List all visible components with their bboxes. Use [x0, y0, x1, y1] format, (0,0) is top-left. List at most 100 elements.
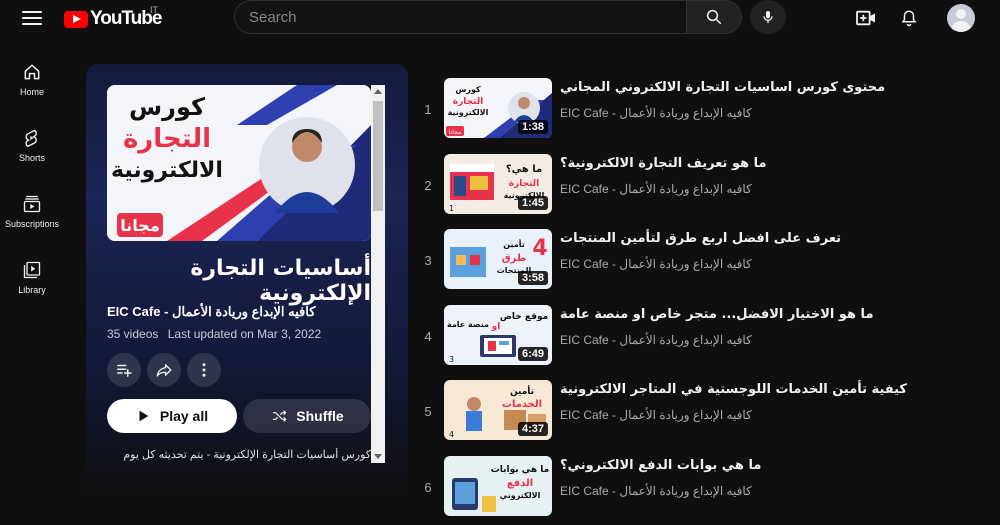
shuffle-label: Shuffle [296, 408, 343, 424]
svg-text:او: او [491, 322, 501, 332]
search-input[interactable] [235, 1, 686, 33]
list-item[interactable]: 6 ما هي بوابات الدفع الالكتروني ما هي بو… [416, 450, 1000, 525]
play-all-button[interactable]: Play all [107, 399, 237, 433]
video-thumbnail[interactable]: تأمين الخدمات 4 4:37 [444, 380, 552, 440]
play-icon [136, 409, 150, 423]
sidebar-item-label: Shorts [19, 153, 45, 163]
thumb-title-line2: التجارة [123, 124, 211, 154]
subscriptions-icon [22, 194, 42, 214]
video-title[interactable]: محتوى كورس اساسيات التجارة الالكتروني ال… [560, 80, 885, 95]
more-options-button[interactable] [187, 353, 221, 387]
list-item[interactable]: 5 تأمين الخدمات 4 4:37 كيفية تأمين الخدم… [416, 374, 1000, 450]
youtube-logo[interactable]: YouTube [64, 8, 161, 30]
svg-text:الالكترونية: الالكترونية [448, 108, 489, 117]
playlist-header-panel: كورس التجارة الالكترونية مجانا أساسيات ا… [86, 64, 408, 498]
video-thumbnail[interactable]: ما هي بوابات الدفع الالكتروني [444, 456, 552, 516]
video-duration: 3:58 [518, 271, 548, 285]
video-channel[interactable]: EIC Cafe - كافيه الإبداع وريادة الأعمال [560, 484, 752, 498]
video-thumbnail[interactable]: ما هي؟ التجارة الالكترونية 1 1:45 [444, 154, 552, 214]
svg-text:التجارة: التجارة [509, 179, 540, 189]
mic-icon [760, 8, 776, 26]
thumb-title-line1: كورس [129, 93, 205, 121]
avatar[interactable] [947, 4, 975, 32]
video-index: 3 [416, 253, 440, 268]
playlist-channel-link[interactable]: EIC Cafe - كافيه الإبداع وريادة الأعمال [107, 304, 315, 320]
bell-icon [900, 8, 918, 28]
video-channel[interactable]: EIC Cafe - كافيه الإبداع وريادة الأعمال [560, 257, 752, 271]
sidebar-item-label: Subscriptions [5, 219, 59, 229]
sidebar-item-home[interactable]: Home [0, 52, 64, 118]
menu-icon[interactable] [22, 8, 42, 28]
scrollbar-thumb[interactable] [373, 101, 383, 211]
video-title[interactable]: تعرف على افضل اربع طرق لتأمين المنتجات [560, 231, 841, 246]
side-nav: Home Shorts Subscriptions Library [0, 52, 64, 316]
svg-text:الالكتروني: الالكتروني [500, 491, 541, 500]
shuffle-button[interactable]: Shuffle [243, 399, 371, 433]
sidebar-item-library[interactable]: Library [0, 250, 64, 316]
svg-text:الخدمات: الخدمات [502, 399, 542, 410]
svg-text:كورس: كورس [455, 85, 481, 95]
video-index: 1 [416, 102, 440, 117]
video-channel[interactable]: EIC Cafe - كافيه الإبداع وريادة الأعمال [560, 333, 752, 347]
video-title[interactable]: ما هو الاختيار الافضل... متجر خاص او منص… [560, 307, 874, 322]
top-bar: YouTube IT [0, 0, 1000, 36]
share-icon [155, 361, 173, 379]
video-duration: 4:37 [518, 422, 548, 436]
playlist-description: كورس أساسيات التجارة الإلكترونية - يتم ت… [107, 448, 371, 461]
playlist-thumbnail[interactable]: كورس التجارة الالكترونية مجانا [107, 85, 371, 241]
list-item[interactable]: 4 موقع خاص او منصة عامة 3 6:49 ما هو الا… [416, 299, 1000, 375]
video-channel[interactable]: EIC Cafe - كافيه الإبداع وريادة الأعمال [560, 106, 752, 120]
svg-text:ما هي بوابات: ما هي بوابات [491, 465, 549, 475]
thumb-badge: مجانا [120, 216, 159, 235]
create-button[interactable] [854, 6, 878, 30]
svg-text:1: 1 [449, 204, 454, 213]
list-item[interactable]: 2 ما هي؟ التجارة الالكترونية 1 1:45 ما ه… [416, 148, 1000, 224]
play-all-label: Play all [160, 408, 208, 424]
video-thumbnail[interactable]: موقع خاص او منصة عامة 3 6:49 [444, 305, 552, 365]
save-playlist-button[interactable] [107, 353, 141, 387]
svg-text:مجانا: مجانا [449, 129, 461, 136]
search-box [234, 0, 686, 34]
video-title[interactable]: ما هي بوابات الدفع الالكتروني؟ [560, 458, 761, 473]
scroll-up-icon[interactable] [374, 89, 382, 94]
svg-text:ما هي؟: ما هي؟ [506, 164, 542, 175]
notifications-button[interactable] [897, 6, 921, 30]
library-icon [22, 260, 42, 280]
video-title[interactable]: كيفية تأمين الخدمات اللوجستية في المتاجر… [560, 382, 907, 397]
svg-text:منصة عامة: منصة عامة [447, 320, 489, 329]
svg-text:3: 3 [449, 355, 454, 364]
scroll-down-icon[interactable] [374, 454, 382, 459]
playlist-video-list: 1 كورس التجارة الالكترونية مجانا 1:38 مح… [416, 72, 1000, 525]
video-thumbnail[interactable]: كورس التجارة الالكترونية مجانا 1:38 [444, 78, 552, 138]
shorts-icon [22, 128, 42, 148]
video-title[interactable]: ما هو تعريف التجارة الالكترونية؟ [560, 156, 767, 171]
share-button[interactable] [147, 353, 181, 387]
sidebar-item-shorts[interactable]: Shorts [0, 118, 64, 184]
description-scrollbar[interactable] [371, 85, 385, 463]
video-index: 6 [416, 480, 440, 495]
svg-text:التجارة: التجارة [453, 97, 484, 107]
video-thumbnail[interactable]: 4 تأمين طرق المنتجات 3:58 [444, 229, 552, 289]
video-channel[interactable]: EIC Cafe - كافيه الإبداع وريادة الأعمال [560, 408, 752, 422]
region-code: IT [150, 5, 158, 15]
video-duration: 1:45 [518, 196, 548, 210]
voice-search-button[interactable] [750, 0, 786, 34]
svg-text:تأمين: تأمين [503, 239, 524, 249]
svg-text:موقع خاص: موقع خاص [500, 312, 548, 322]
list-item[interactable]: 3 4 تأمين طرق المنتجات 3:58 تعرف على افض… [416, 223, 1000, 299]
svg-text:طرق: طرق [502, 253, 527, 264]
svg-text:الدفع: الدفع [507, 478, 533, 489]
create-video-icon [855, 9, 877, 27]
video-channel[interactable]: EIC Cafe - كافيه الإبداع وريادة الأعمال [560, 182, 752, 196]
sidebar-item-subscriptions[interactable]: Subscriptions [0, 184, 64, 250]
video-duration: 6:49 [518, 347, 548, 361]
video-count: 35 videos [107, 327, 158, 341]
search-button[interactable] [686, 0, 742, 34]
thumb-title-line3: الالكترونية [111, 158, 223, 183]
last-updated: Last updated on Mar 3, 2022 [168, 327, 321, 341]
playlist-title: أساسيات التجارة الإلكترونية [107, 256, 371, 306]
list-item[interactable]: 1 كورس التجارة الالكترونية مجانا 1:38 مح… [416, 72, 1000, 148]
video-index: 2 [416, 178, 440, 193]
more-vert-icon [195, 361, 213, 379]
video-duration: 1:38 [518, 120, 548, 134]
